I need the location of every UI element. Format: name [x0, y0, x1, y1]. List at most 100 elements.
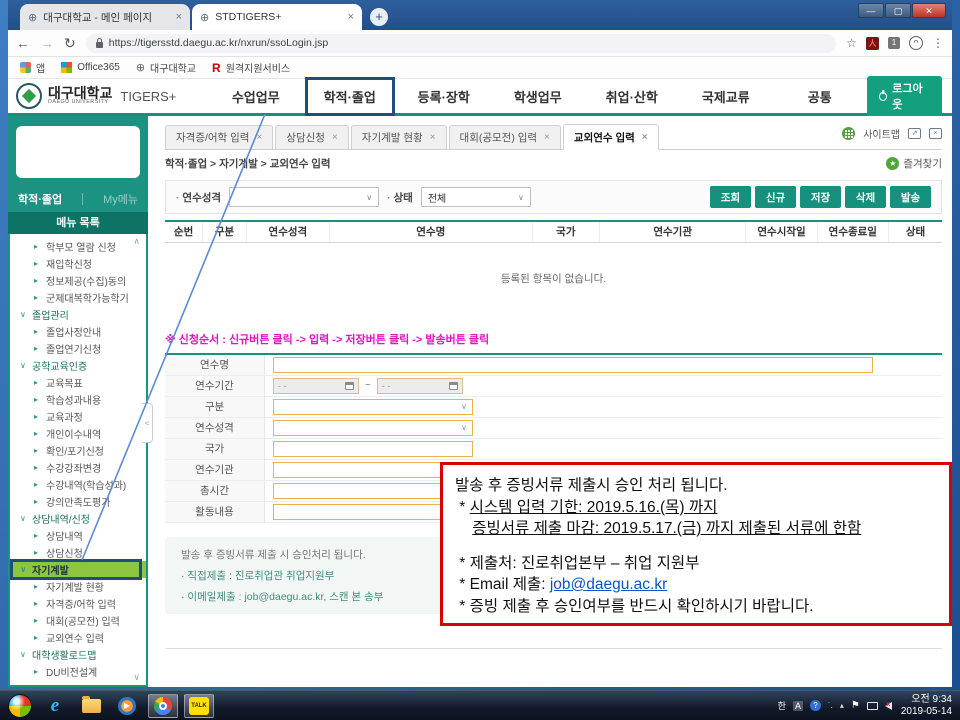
- close-window-button[interactable]: ✕: [912, 3, 946, 18]
- nav-item-5[interactable]: 국제교류: [679, 79, 773, 114]
- maximize-button[interactable]: ▢: [885, 3, 911, 18]
- add-favorite-button[interactable]: ★ 즐겨찾기: [886, 156, 942, 171]
- browser-tab-0[interactable]: ⊕대구대학교 - 메인 페이지×: [20, 4, 190, 30]
- delete-button[interactable]: 삭제: [845, 186, 886, 208]
- bookmark-item-1[interactable]: Office365: [61, 62, 120, 73]
- pdf-extension-icon[interactable]: 人: [866, 37, 879, 50]
- sidebar-item-5[interactable]: ▸졸업사정안내: [10, 323, 146, 340]
- sidebar-tab-mymenu[interactable]: My메뉴: [103, 191, 138, 207]
- action-center-flag-icon[interactable]: ⚑: [851, 700, 860, 711]
- mdi-tab-4[interactable]: 교외연수 입력×: [563, 124, 659, 150]
- sidebar-item-0[interactable]: ▸학부모 열람 신청: [10, 238, 146, 255]
- mdi-tab-2[interactable]: 자기계발 현황×: [351, 125, 447, 149]
- back-button[interactable]: ←: [16, 35, 30, 51]
- filter-status-select[interactable]: 전체 ∨: [421, 187, 531, 207]
- new-tab-button[interactable]: +: [370, 8, 388, 26]
- training-period-start-date[interactable]: - -: [273, 378, 359, 394]
- taskbar-chrome-icon[interactable]: [148, 694, 178, 718]
- chrome-menu-icon[interactable]: ⋮: [932, 36, 944, 50]
- sidebar-item-1[interactable]: ▸재입학신청: [10, 255, 146, 272]
- mdi-tab-close-icon[interactable]: ×: [256, 132, 262, 143]
- sidebar-collapse-handle[interactable]: <: [142, 403, 153, 443]
- muted-speaker-icon[interactable]: [885, 702, 892, 710]
- ime-english-indicator[interactable]: A: [793, 701, 803, 711]
- filter-type-select[interactable]: ∨: [229, 187, 379, 207]
- sidebar-item-23[interactable]: ▸교외연수 입력: [10, 629, 146, 646]
- sidebar-item-15[interactable]: ▸강의만족도평가: [10, 493, 146, 510]
- category-select[interactable]: ∨: [273, 399, 473, 415]
- sidebar-item-12[interactable]: ▸확인/포기신청: [10, 442, 146, 459]
- sidebar-item-11[interactable]: ▸개인이수내역: [10, 425, 146, 442]
- forward-button[interactable]: →: [40, 35, 54, 51]
- bookmark-item-3[interactable]: R원격지원서비스: [212, 60, 290, 75]
- site-logo[interactable]: 대구대학교 DAEGU UNIVERSITY TIGERS+: [16, 83, 209, 109]
- calendar-icon[interactable]: [449, 382, 458, 390]
- taskbar-ie-icon[interactable]: e: [40, 694, 70, 718]
- sidebar-item-24[interactable]: ∨대학생활로드맵: [10, 646, 146, 663]
- taskbar-explorer-icon[interactable]: [76, 694, 106, 718]
- browser-tab-1[interactable]: ⊕STDTIGERS+×: [192, 4, 362, 30]
- minimize-button[interactable]: —: [858, 3, 884, 18]
- sidebar-item-21[interactable]: ▸자격증/어학 입력: [10, 595, 146, 612]
- nav-item-3[interactable]: 학생업무: [491, 79, 585, 114]
- training-name-input[interactable]: [273, 357, 873, 373]
- collapse-up-icon[interactable]: ∧: [133, 236, 140, 247]
- sidebar-item-22[interactable]: ▸대회(공모전) 입력: [10, 612, 146, 629]
- nav-item-1[interactable]: 학적·졸업: [303, 79, 397, 114]
- send-button[interactable]: 발송: [890, 186, 931, 208]
- mdi-tab-1[interactable]: 상담신청×: [275, 125, 348, 149]
- sidebar-item-20[interactable]: ▸자기계발 현황: [10, 578, 146, 595]
- save-button[interactable]: 저장: [800, 186, 841, 208]
- email-link[interactable]: job@daegu.ac.kr: [550, 576, 667, 593]
- extension-icon[interactable]: 1: [888, 37, 900, 49]
- training-type-select[interactable]: ∨: [273, 420, 473, 436]
- mdi-tab-close-icon[interactable]: ×: [332, 132, 338, 143]
- mdi-tab-0[interactable]: 자격증/어학 입력×: [165, 125, 273, 149]
- nav-item-2[interactable]: 등록·장학: [397, 79, 491, 114]
- network-icon[interactable]: [867, 702, 878, 710]
- sidebar-item-14[interactable]: ▸수강내역(학습성과): [10, 476, 146, 493]
- mdi-tab-close-icon[interactable]: ×: [642, 132, 648, 143]
- mdi-tab-3[interactable]: 대회(공모전) 입력×: [449, 125, 561, 149]
- bookmark-item-0[interactable]: 앱: [20, 60, 45, 75]
- logout-button[interactable]: 로그아웃: [867, 76, 942, 116]
- reload-button[interactable]: ↻: [64, 35, 76, 52]
- sidebar-item-3[interactable]: ▸군제대복학가능학기: [10, 289, 146, 306]
- url-field[interactable]: https://tigersstd.daegu.ac.kr/nxrun/ssoL…: [86, 34, 837, 53]
- tray-expand-icon[interactable]: ▴: [840, 701, 844, 710]
- nav-item-6[interactable]: 공통: [773, 79, 867, 114]
- open-window-icon[interactable]: ↗: [908, 128, 921, 139]
- sidebar-item-17[interactable]: ▸상담내역: [10, 527, 146, 544]
- help-tray-icon[interactable]: ?: [810, 700, 821, 711]
- sidebar-item-8[interactable]: ▸교육목표: [10, 374, 146, 391]
- new-button[interactable]: 신규: [755, 186, 796, 208]
- sidebar-item-2[interactable]: ▸정보제공(수집)동의: [10, 272, 146, 289]
- sidebar-item-10[interactable]: ▸교육과정: [10, 408, 146, 425]
- sidebar-item-7[interactable]: ∨공학교육인증: [10, 357, 146, 374]
- taskbar-mediaplayer-icon[interactable]: ▶: [112, 694, 142, 718]
- country-input[interactable]: [273, 441, 473, 457]
- sidebar-item-4[interactable]: ∨졸업관리: [10, 306, 146, 323]
- calendar-icon[interactable]: [345, 382, 354, 390]
- sitemap-label[interactable]: 사이트맵: [863, 126, 900, 141]
- close-all-windows-icon[interactable]: ×: [929, 128, 942, 139]
- nav-item-0[interactable]: 수업업무: [209, 79, 303, 114]
- bookmark-item-2[interactable]: ⊕대구대학교: [136, 60, 196, 75]
- sidebar-item-9[interactable]: ▸학습성과내용: [10, 391, 146, 408]
- profile-icon[interactable]: ᴖ: [909, 36, 923, 50]
- ime-korean-indicator[interactable]: 한: [778, 699, 786, 712]
- sidebar-item-13[interactable]: ▸수강강좌변경: [10, 459, 146, 476]
- search-button[interactable]: 조회: [710, 186, 751, 208]
- scroll-down-icon[interactable]: ∨: [133, 672, 140, 683]
- sidebar-item-18[interactable]: ▸상담신청: [10, 544, 146, 561]
- tab-close-icon[interactable]: ×: [176, 11, 182, 23]
- taskbar-clock[interactable]: 오전 9:34 2019-05-14: [901, 694, 952, 718]
- mdi-tab-close-icon[interactable]: ×: [544, 132, 550, 143]
- nav-item-4[interactable]: 취업·산학: [585, 79, 679, 114]
- training-period-end-date[interactable]: - -: [377, 378, 463, 394]
- start-button[interactable]: [8, 694, 32, 718]
- sidebar-item-6[interactable]: ▸졸업연기신청: [10, 340, 146, 357]
- sidebar-tab-academic[interactable]: 학적·졸업: [18, 191, 62, 207]
- sidebar-item-19[interactable]: ∨자기계발: [10, 561, 146, 578]
- tab-close-icon[interactable]: ×: [348, 11, 354, 23]
